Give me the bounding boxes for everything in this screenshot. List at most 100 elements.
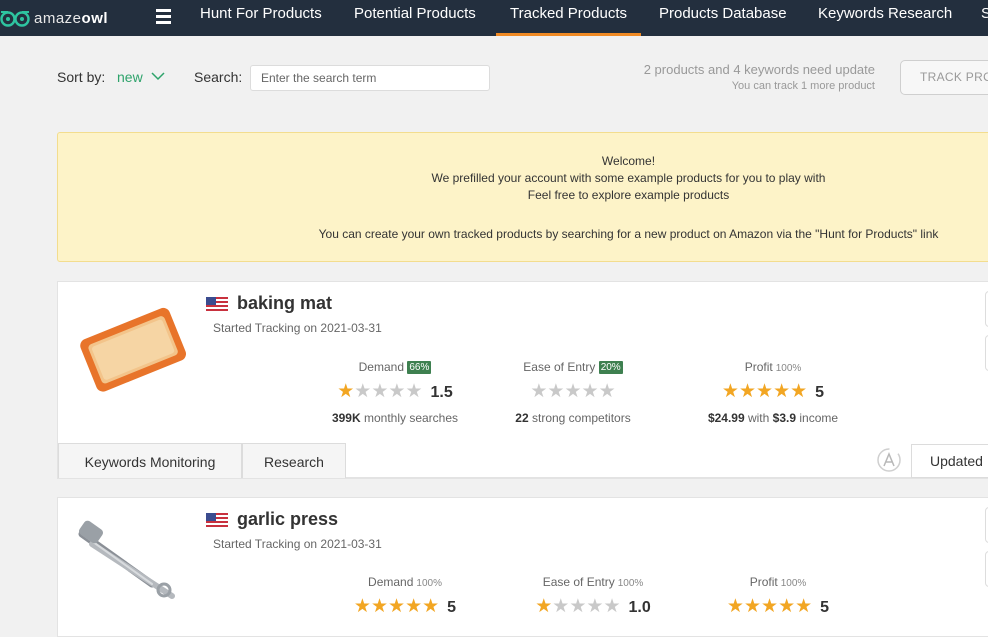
demand-stars: ★★★★★ 1.5: [310, 380, 480, 403]
tab-research[interactable]: Research: [242, 443, 346, 478]
welcome-banner: Welcome! We prefilled your account with …: [57, 132, 988, 262]
star-icon: ★: [790, 381, 808, 402]
star-icon: ★: [371, 381, 389, 402]
product-card: garlic press Started Tracking on 2021-03…: [57, 497, 988, 637]
sort-dropdown[interactable]: new: [117, 69, 143, 85]
star-icon: ★: [552, 596, 570, 617]
star-icon: ★: [564, 381, 582, 402]
profit-label: Profit: [749, 575, 778, 589]
product-title[interactable]: garlic press: [237, 509, 338, 530]
star-icon: ★: [370, 596, 389, 617]
tracking-start-date: Started Tracking on 2021-03-31: [213, 321, 382, 335]
metric-ease-of-entry: Ease of Entry 100% ★★★★★ 1.0: [518, 575, 668, 618]
star-icon: ★: [761, 596, 779, 617]
auto-refresh-icon[interactable]: [875, 446, 903, 474]
sort-label: Sort by:: [57, 69, 106, 85]
profit-stars: ★★★★★ 5: [698, 595, 858, 618]
profit-percent: 100%: [780, 578, 807, 589]
profit-score: 5: [815, 384, 825, 401]
star-icon: ★: [353, 596, 371, 617]
nav-more[interactable]: S: [967, 0, 988, 36]
us-flag-icon: [206, 297, 228, 312]
star-icon: ★: [778, 596, 796, 617]
metric-ease-of-entry: Ease of Entry 20% ★★★★★ 22 strong compet…: [498, 360, 648, 425]
nav-keywords-research[interactable]: Keywords Research: [804, 0, 966, 36]
star-icon: ★: [773, 381, 791, 402]
track-product-button[interactable]: TRACK PRODUCT: [900, 60, 988, 95]
menu-icon[interactable]: [156, 9, 171, 25]
star-icon: ★: [405, 381, 423, 402]
owl-icon: [0, 11, 30, 27]
star-icon: ★: [726, 596, 744, 617]
star-icon: ★: [598, 381, 616, 402]
updated-status[interactable]: Updated: [911, 444, 988, 478]
star-icon: ★: [756, 381, 774, 402]
profit-label: Profit: [744, 360, 773, 374]
product-image-baking-mat[interactable]: [72, 302, 192, 392]
demand-footnote: 399K monthly searches: [331, 411, 459, 425]
update-notice: 2 products and 4 keywords need update Yo…: [644, 62, 875, 92]
star-icon: ★: [547, 381, 565, 402]
ease-stars: ★★★★★ 1.0: [518, 595, 668, 618]
profit-footnote: $24.99 with $3.9 income: [707, 411, 839, 425]
tab-keywords-monitoring[interactable]: Keywords Monitoring: [58, 443, 242, 478]
star-icon: ★: [581, 381, 599, 402]
banner-welcome: Welcome!: [601, 154, 656, 168]
profit-percent: 100%: [775, 363, 802, 374]
nav-products-database[interactable]: Products Database: [645, 0, 801, 36]
star-icon: ★: [586, 596, 604, 617]
ease-percent: 100%: [617, 578, 644, 589]
banner-hint-text: You can create your own tracked products…: [318, 227, 939, 241]
nav-tracked-products[interactable]: Tracked Products: [496, 0, 641, 36]
ease-label: Ease of Entry: [542, 575, 615, 589]
banner-explore-text: Feel free to explore example products: [527, 188, 730, 202]
tracking-start-date: Started Tracking on 2021-03-31: [213, 537, 382, 551]
demand-score: 1.5: [430, 384, 453, 401]
star-icon: ★: [721, 381, 739, 402]
search-input[interactable]: [250, 65, 490, 91]
top-nav: amazeowl Hunt For Products Potential Pro…: [0, 0, 988, 36]
star-icon: ★: [388, 381, 406, 402]
ease-stars: ★★★★★: [498, 380, 648, 403]
star-icon: ★: [388, 596, 406, 617]
metric-profit: Profit 100% ★★★★★ 5 $24.99 with $3.9 incom…: [693, 360, 853, 425]
demand-stars: ★★★★★ 5: [320, 595, 490, 618]
star-icon: ★: [354, 381, 372, 402]
star-icon: ★: [405, 596, 423, 617]
metric-demand: Demand 66% ★★★★★ 1.5 399K monthly searche…: [310, 360, 480, 425]
star-icon: ★: [530, 381, 548, 402]
star-icon: ★: [422, 596, 440, 617]
demand-label: Demand: [368, 575, 414, 589]
metric-profit: Profit 100% ★★★★★ 5: [698, 575, 858, 618]
product-card: baking mat Started Tracking on 2021-03-3…: [57, 281, 988, 479]
banner-prefill-text: We prefilled your account with some exam…: [431, 171, 826, 185]
star-icon: ★: [603, 596, 621, 617]
metric-demand: Demand 100% ★★★★★ 5: [320, 575, 490, 618]
demand-score: 5: [447, 599, 457, 616]
product-image-garlic-press[interactable]: [72, 514, 192, 604]
star-icon: ★: [738, 381, 757, 402]
chevron-down-icon[interactable]: [150, 70, 166, 82]
ease-percent-badge: 20%: [598, 361, 623, 374]
brand-name: amazeowl: [34, 9, 109, 27]
star-icon: ★: [337, 381, 355, 402]
update-sub-text: You can track 1 more product: [731, 80, 875, 92]
nav-potential-products[interactable]: Potential Products: [340, 0, 490, 36]
ease-label: Ease of Entry: [523, 360, 596, 374]
product-title[interactable]: baking mat: [237, 293, 332, 314]
demand-percent: 100%: [416, 578, 442, 589]
profit-score: 5: [820, 599, 830, 616]
demand-percent-badge: 66%: [407, 361, 432, 374]
star-icon: ★: [535, 596, 553, 617]
star-icon: ★: [743, 596, 762, 617]
ease-score: 1.0: [628, 599, 651, 616]
profit-stars: ★★★★★ 5: [693, 380, 853, 403]
nav-hunt-for-products[interactable]: Hunt For Products: [186, 0, 336, 36]
star-icon: ★: [795, 596, 813, 617]
us-flag-icon: [206, 513, 228, 528]
update-main-text: 2 products and 4 keywords need update: [643, 62, 875, 77]
brand-logo[interactable]: amazeowl: [0, 0, 108, 36]
demand-label: Demand: [358, 360, 404, 374]
ease-footnote: 22 strong competitors: [515, 411, 631, 425]
star-icon: ★: [569, 596, 587, 617]
